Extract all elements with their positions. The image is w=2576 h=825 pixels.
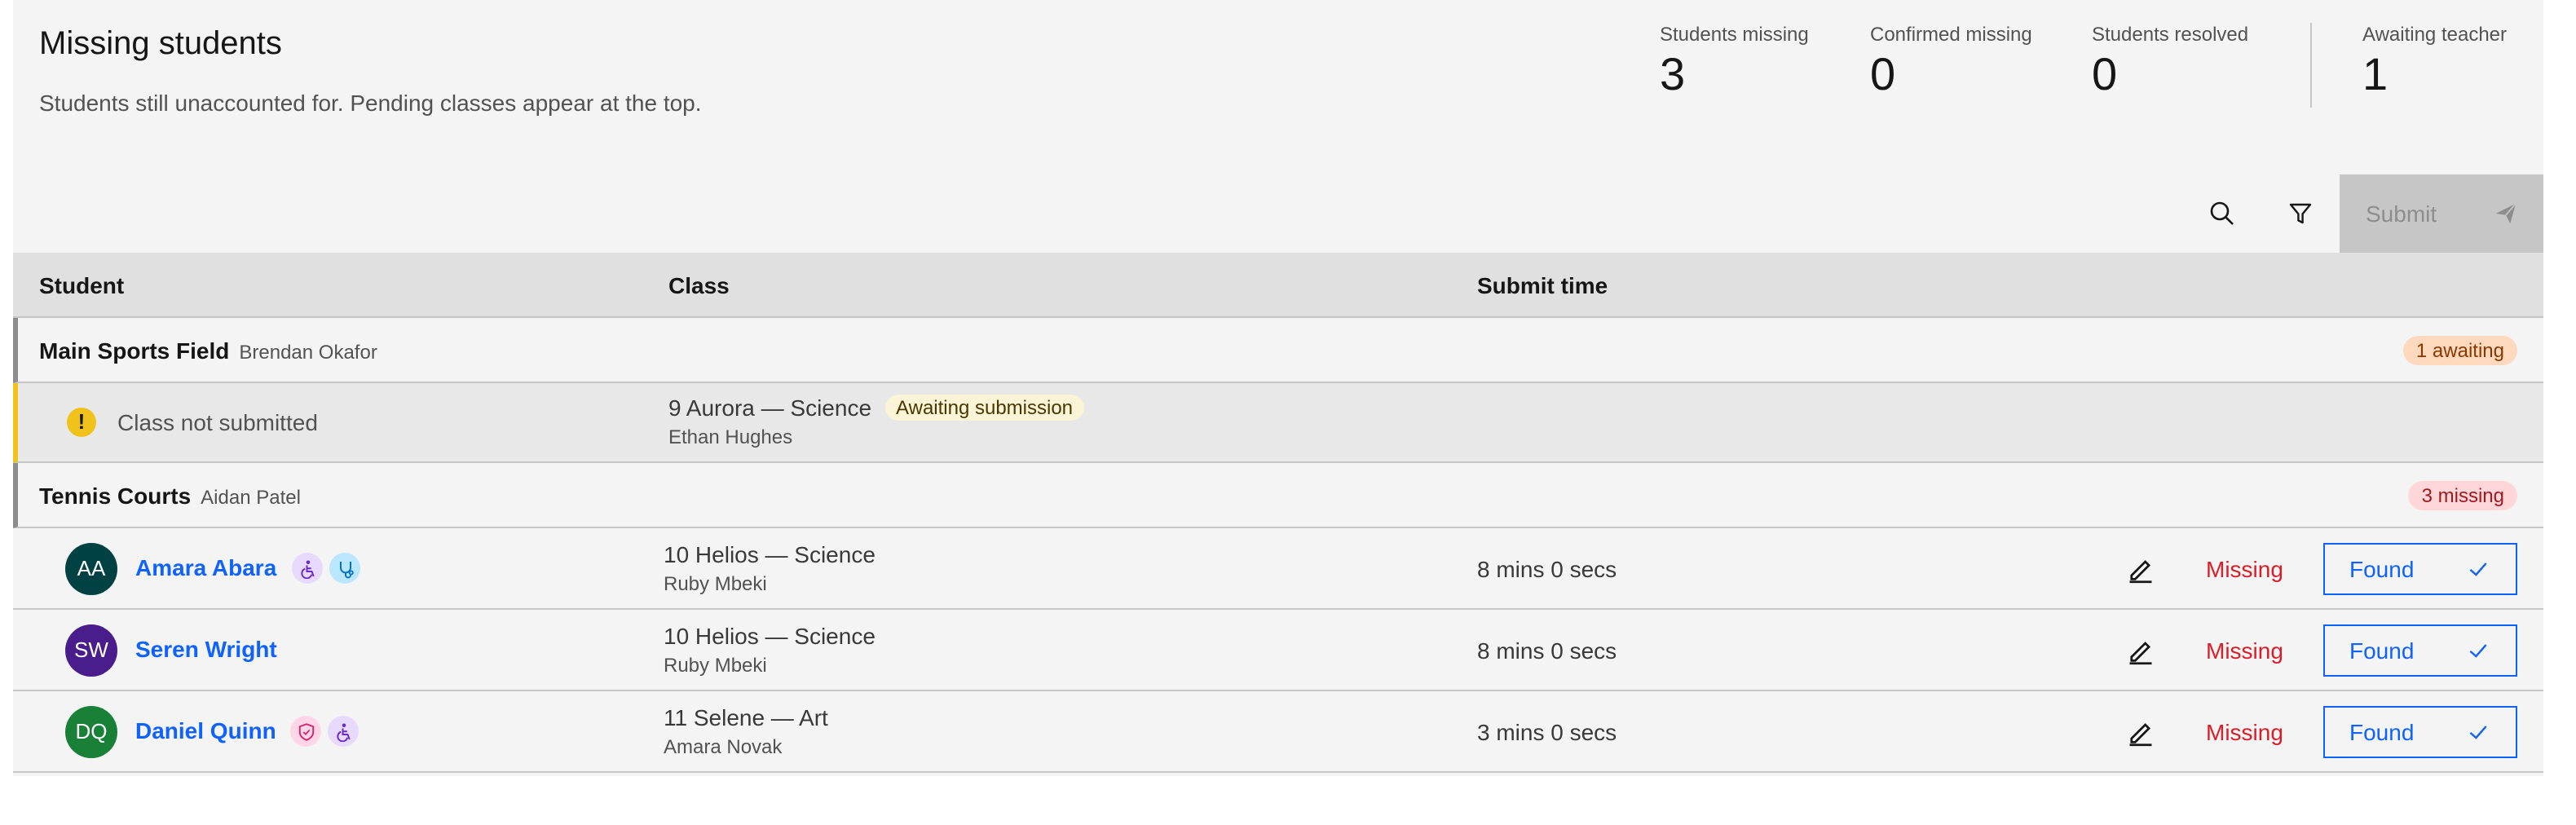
checkmark-icon	[2469, 726, 2487, 739]
table-header: Student Class Submit time	[13, 253, 2543, 318]
filter-button[interactable]	[2261, 174, 2340, 253]
submit-time: 3 mins 0 secs	[1477, 719, 1617, 745]
table-row: AA Amara Abara 10 Helios — Science Ruby …	[13, 528, 2543, 610]
status-badge: 3 missing	[2408, 481, 2517, 510]
table-row: DQ Daniel Quinn 11 Selene — Art Amara No…	[13, 691, 2543, 773]
edit-icon[interactable]	[2126, 554, 2155, 584]
stat-awaiting-teacher: Awaiting teacher 1	[2362, 23, 2507, 101]
class-name: 9 Aurora — Science	[668, 395, 872, 421]
stat-value: 3	[1660, 49, 1686, 99]
missing-status-button[interactable]: Missing	[2206, 556, 2283, 582]
page-subtitle: Students still unaccounted for. Pending …	[39, 90, 702, 116]
found-button[interactable]: Found	[2323, 543, 2517, 595]
found-button[interactable]: Found	[2323, 624, 2517, 677]
submit-time: 8 mins 0 secs	[1477, 638, 1617, 664]
column-header-student[interactable]: Student	[39, 272, 124, 298]
location-name: Tennis Courts	[39, 483, 192, 509]
submit-time: 8 mins 0 secs	[1477, 556, 1617, 582]
found-button[interactable]: Found	[2323, 706, 2517, 758]
group-name: Main Sports Field Brendan Okafor	[39, 338, 377, 364]
shield-icon	[290, 716, 321, 747]
student-name-link[interactable]: Seren Wright	[135, 636, 277, 662]
location-name: Main Sports Field	[39, 338, 230, 364]
found-label: Found	[2349, 556, 2415, 582]
awaiting-submission-tag: Awaiting submission	[884, 395, 1085, 421]
teacher-name: Ethan Hughes	[668, 426, 793, 448]
stat-value: 0	[2092, 49, 2118, 99]
column-header-class[interactable]: Class	[668, 272, 730, 298]
checkmark-icon	[2469, 644, 2487, 658]
missing-status-button[interactable]: Missing	[2206, 719, 2283, 745]
student-name-link[interactable]: Daniel Quinn	[135, 717, 276, 743]
class-cell: 9 Aurora — Science Awaiting submission Et…	[668, 395, 1085, 448]
class-name: 10 Helios — Science	[664, 541, 876, 567]
class-cell: 10 Helios — Science Ruby Mbeki	[664, 541, 876, 595]
found-label: Found	[2349, 638, 2415, 664]
supervisor-name: Brendan Okafor	[239, 341, 377, 364]
stat-divider	[2310, 23, 2312, 108]
stat-label: Confirmed missing	[1870, 23, 2032, 46]
submit-button[interactable]: Submit	[2340, 174, 2543, 253]
search-icon	[2210, 201, 2234, 225]
stat-confirmed-missing: Confirmed missing 0	[1870, 23, 2032, 101]
checkmark-icon	[2469, 562, 2487, 576]
stat-label: Awaiting teacher	[2362, 23, 2507, 46]
edit-icon[interactable]	[2126, 717, 2155, 747]
pending-class-row[interactable]: ! Class not submitted 9 Aurora — Science…	[13, 383, 2543, 463]
stat-students-missing: Students missing 3	[1660, 23, 1809, 101]
found-label: Found	[2349, 719, 2415, 745]
accessibility-icon	[328, 716, 359, 747]
missing-status-button[interactable]: Missing	[2206, 638, 2283, 664]
group-name: Tennis Courts Aidan Patel	[39, 483, 301, 509]
avatar: AA	[65, 543, 117, 595]
warning-icon: !	[67, 408, 96, 437]
page-title: Missing students	[39, 26, 282, 62]
accessibility-icon	[292, 553, 323, 584]
medical-icon	[329, 553, 360, 584]
class-name: 10 Helios — Science	[664, 623, 876, 649]
missing-students-panel: Missing students Students still unaccoun…	[13, 0, 2543, 776]
stat-label: Students resolved	[2092, 23, 2249, 46]
stat-value: 0	[1870, 49, 1896, 99]
status-badge: 1 awaiting	[2402, 336, 2517, 365]
teacher-name: Amara Novak	[664, 735, 783, 758]
table-row: SW Seren Wright 10 Helios — Science Ruby…	[13, 610, 2543, 691]
teacher-name: Ruby Mbeki	[664, 572, 767, 595]
class-cell: 10 Helios — Science Ruby Mbeki	[664, 623, 876, 677]
pending-status: Class not submitted	[117, 409, 318, 435]
edit-icon[interactable]	[2126, 636, 2155, 665]
send-icon	[2495, 203, 2516, 224]
search-button[interactable]	[2183, 174, 2261, 253]
avatar: DQ	[65, 706, 117, 758]
avatar: SW	[65, 624, 117, 677]
student-badges	[290, 716, 359, 747]
class-name: 11 Selene — Art	[664, 704, 828, 730]
submit-label: Submit	[2366, 201, 2437, 227]
group-row[interactable]: Main Sports Field Brendan Okafor 1 awaiti…	[13, 318, 2543, 383]
filter-icon	[2289, 203, 2312, 224]
supervisor-name: Aidan Patel	[201, 486, 301, 509]
student-name-link[interactable]: Amara Abara	[135, 554, 276, 580]
class-cell: 11 Selene — Art Amara Novak	[664, 704, 828, 758]
teacher-name: Ruby Mbeki	[664, 654, 767, 677]
student-badges	[292, 553, 360, 584]
stat-students-resolved: Students resolved 0	[2092, 23, 2248, 101]
group-row[interactable]: Tennis Courts Aidan Patel 3 missing	[13, 463, 2543, 528]
stat-value: 1	[2362, 49, 2389, 99]
column-header-submit-time[interactable]: Submit time	[1477, 272, 1608, 298]
stat-label: Students missing	[1660, 23, 1809, 46]
page: Missing students Students still unaccoun…	[0, 0, 2576, 825]
